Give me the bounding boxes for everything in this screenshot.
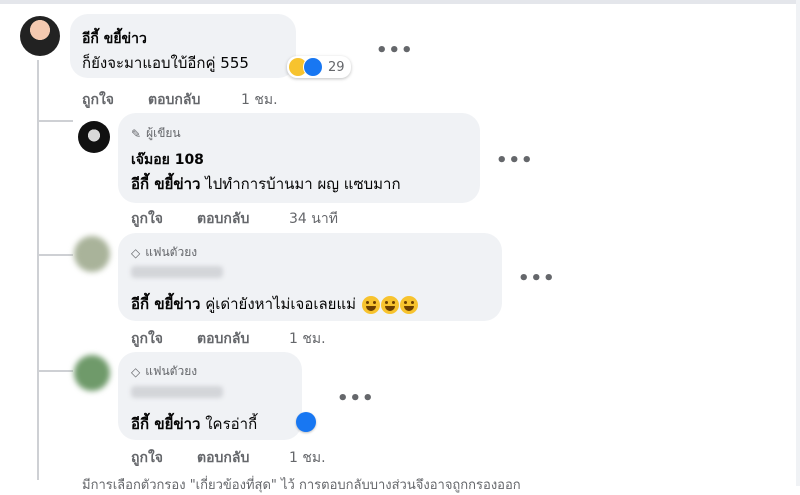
thread-line xyxy=(37,60,39,480)
like-reaction-icon xyxy=(303,57,323,77)
more-options-button[interactable]: ••• xyxy=(337,388,375,409)
like-button[interactable]: ถูกใจ xyxy=(131,447,163,469)
thread-branch xyxy=(37,254,73,256)
redacted-author xyxy=(131,386,223,398)
grinning-emoji-icon xyxy=(361,295,380,314)
like-button[interactable]: ถูกใจ xyxy=(131,328,163,350)
reaction-summary[interactable]: 29 xyxy=(287,56,351,78)
mention-tag[interactable]: อีกี้ ขยี้ข่าว xyxy=(131,415,200,433)
top-divider xyxy=(0,0,800,4)
thread-branch xyxy=(37,120,73,122)
reply-time[interactable]: 1 ชม. xyxy=(289,328,326,350)
diamond-icon: ◇ xyxy=(131,245,141,260)
pencil-icon: ✎ xyxy=(131,126,142,141)
more-options-button[interactable]: ••• xyxy=(518,268,556,289)
reply-text: อีกี้ ขยี้ข่าว คู่เด่ายังหาไม่เจอเลยแม่ xyxy=(131,292,418,316)
reply-time[interactable]: 34 นาที xyxy=(289,208,338,230)
diamond-icon: ◇ xyxy=(131,364,141,379)
reply-button[interactable]: ตอบกลับ xyxy=(197,447,249,469)
reply-avatar[interactable] xyxy=(74,236,110,272)
reply-button[interactable]: ตอบกลับ xyxy=(197,208,249,230)
fan-badge: ◇ แฟนตัวยง xyxy=(131,362,197,381)
comment-author[interactable]: อีกี้ ขยี้ข่าว xyxy=(82,28,147,50)
more-options-button[interactable]: ••• xyxy=(496,150,534,171)
grinning-emoji-icon xyxy=(380,295,399,314)
reply-button[interactable]: ตอบกลับ xyxy=(197,328,249,350)
comment-time[interactable]: 1 ชม. xyxy=(241,89,278,111)
filter-note: มีการเลือกตัวกรอง "เกี่ยวข้องที่สุด" ไว้… xyxy=(82,478,521,493)
author-badge: ✎ ผู้เขียน xyxy=(131,124,181,143)
fan-badge: ◇ แฟนตัวยง xyxy=(131,243,197,262)
redacted-author xyxy=(131,266,223,278)
reply-button[interactable]: ตอบกลับ xyxy=(148,89,200,111)
reply-avatar[interactable] xyxy=(78,121,110,153)
like-button[interactable]: ถูกใจ xyxy=(131,208,163,230)
grinning-emoji-icon xyxy=(399,295,418,314)
like-button[interactable]: ถูกใจ xyxy=(82,89,114,111)
badge-label: แฟนตัวยง xyxy=(145,245,198,259)
badge-label: ผู้เขียน xyxy=(146,126,181,140)
mention-tag[interactable]: อีกี้ ขยี้ข่าว xyxy=(131,175,200,193)
badge-label: แฟนตัวยง xyxy=(145,364,198,378)
mention-tag[interactable]: อีกี้ ขยี้ข่าว xyxy=(131,295,200,313)
reply-text: อีกี้ ขยี้ข่าว ไปทำการบ้านมา ผญ แซบมาก xyxy=(131,175,401,193)
more-options-button[interactable]: ••• xyxy=(376,40,414,61)
reply-author[interactable]: เจ๊มอย 108 xyxy=(131,149,204,171)
reply-text: อีกี้ ขยี้ข่าว ใครอ่ากี้ xyxy=(131,415,258,433)
commenter-avatar[interactable] xyxy=(20,16,60,56)
reaction-count: 29 xyxy=(328,59,345,75)
like-reaction-icon[interactable] xyxy=(296,412,316,432)
reply-time[interactable]: 1 ชม. xyxy=(289,447,326,469)
scrollbar-track[interactable] xyxy=(796,0,800,486)
thread-branch xyxy=(37,370,73,372)
reply-avatar[interactable] xyxy=(74,355,110,391)
comment-text: ก็ยังจะมาแอบใบ้อีกคู่ 555 xyxy=(82,54,249,72)
